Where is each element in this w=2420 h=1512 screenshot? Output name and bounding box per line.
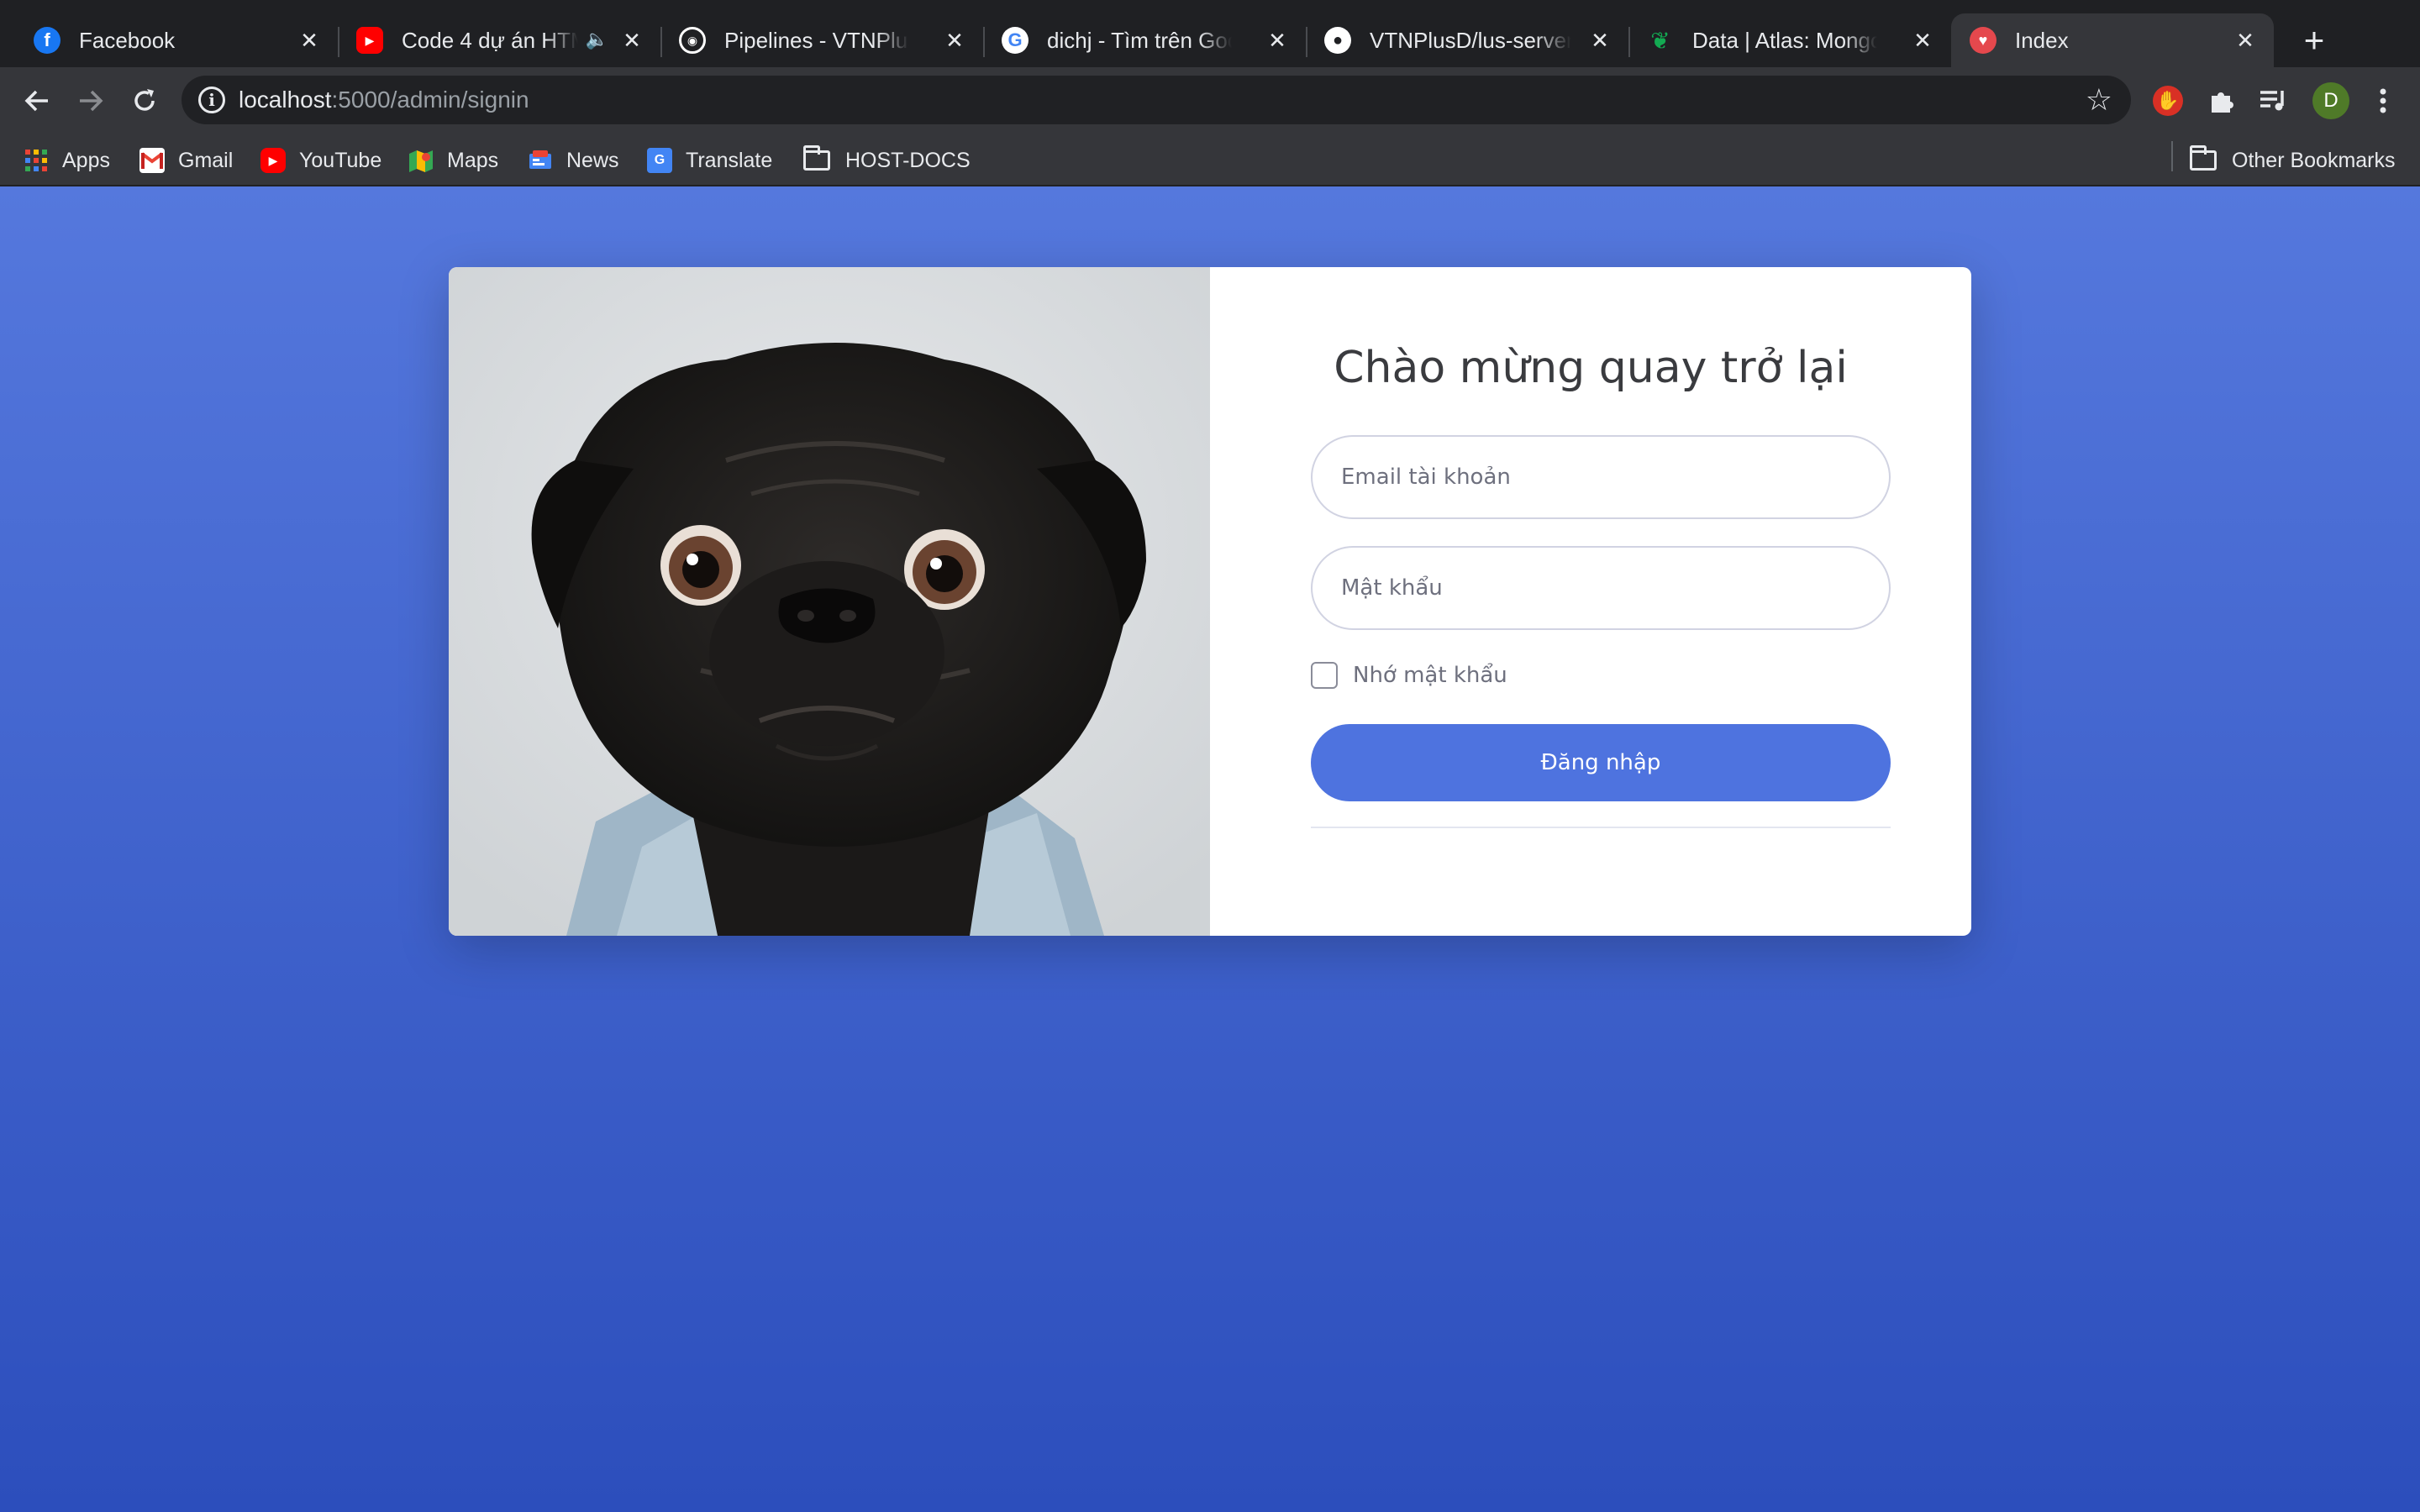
tab-title: Code 4 dự án HTML <box>402 27 578 53</box>
tab-youtube-code[interactable]: ▶ Code 4 dự án HTML 🔈 ✕ <box>338 13 662 67</box>
close-icon[interactable]: ✕ <box>1909 27 1936 54</box>
close-icon[interactable]: ✕ <box>2232 27 2259 54</box>
form-divider <box>1311 827 1891 828</box>
profile-initial: D <box>2323 89 2338 112</box>
bookmark-label: Other Bookmarks <box>2232 148 2396 172</box>
translate-icon: G <box>647 148 672 173</box>
login-card: Chào mừng quay trở lại Nhớ mật khẩu Đăng… <box>449 267 1971 936</box>
remember-me-checkbox[interactable] <box>1311 662 1338 689</box>
mongodb-leaf-icon: ❦ <box>1650 27 1670 54</box>
remember-me-label[interactable]: Nhớ mật khẩu <box>1353 663 1507 688</box>
bookmark-gmail[interactable]: Gmail <box>139 144 233 176</box>
tab-title: dichj - Tìm trên Google <box>1047 27 1232 53</box>
close-icon[interactable]: ✕ <box>618 27 645 54</box>
forward-arrow-icon <box>80 90 103 112</box>
url-host: localhost <box>239 87 332 113</box>
pipelines-icon: ◉ <box>679 27 706 54</box>
tab-strip: f Facebook ✕ ▶ Code 4 dự án HTML 🔈 ✕ ◉ P… <box>0 0 2420 67</box>
close-icon[interactable]: ✕ <box>296 27 323 54</box>
reload-icon <box>134 89 155 111</box>
tab-title: Index <box>2015 27 2069 53</box>
tab-index[interactable]: ♥ Index ✕ <box>1951 13 2274 67</box>
pug-photo <box>449 267 1210 936</box>
tab-google-search[interactable]: G dichj - Tìm trên Google ✕ <box>983 13 1307 67</box>
browser-toolbar: i localhost:5000/admin/signin ☆ ✋ D <box>0 67 2420 134</box>
email-input[interactable] <box>1311 435 1891 519</box>
bookmark-label: YouTube <box>299 148 382 172</box>
tab-title: Data | Atlas: MongoDB <box>1692 27 1877 53</box>
folder-icon <box>2190 145 2217 171</box>
bookmarks-bar: Apps Gmail ▶ YouTube Maps News G Transla… <box>0 134 2420 186</box>
heart-icon: ♥ <box>1970 27 1996 54</box>
close-icon[interactable]: ✕ <box>1586 27 1613 54</box>
speaker-icon[interactable]: 🔈 <box>586 29 608 50</box>
address-bar[interactable]: i localhost:5000/admin/signin ☆ <box>182 76 2131 124</box>
tab-title: VTNPlusD/lus-server <box>1370 27 1571 53</box>
back-button[interactable] <box>15 79 59 123</box>
youtube-icon: ▶ <box>260 148 286 173</box>
new-tab-button[interactable]: + <box>2292 18 2336 62</box>
welcome-heading: Chào mừng quay trở lại <box>1334 343 1848 393</box>
tab-mongodb[interactable]: ❦ Data | Atlas: MongoDB ✕ <box>1628 13 1951 67</box>
folder-icon <box>803 145 830 171</box>
close-icon[interactable]: ✕ <box>941 27 968 54</box>
pug-illustration <box>449 267 1210 936</box>
bookmark-label: Gmail <box>178 148 234 172</box>
bookmarks-separator <box>2171 141 2173 171</box>
bookmark-apps[interactable]: Apps <box>24 144 110 176</box>
facebook-icon: f <box>34 27 60 54</box>
media-queue-icon[interactable] <box>2255 82 2292 119</box>
login-form: Chào mừng quay trở lại Nhớ mật khẩu Đăng… <box>1210 267 1971 936</box>
bookmark-label: Translate <box>686 148 773 172</box>
tab-github[interactable]: ● VTNPlusD/lus-server ✕ <box>1306 13 1630 67</box>
login-button[interactable]: Đăng nhập <box>1311 724 1891 801</box>
back-arrow-icon <box>24 90 48 112</box>
menu-kebab-icon[interactable] <box>2365 82 2402 119</box>
forward-button[interactable] <box>69 79 113 123</box>
password-input[interactable] <box>1311 546 1891 630</box>
tab-pipelines[interactable]: ◉ Pipelines - VTNPlusD/lus ✕ <box>660 13 985 67</box>
url-text[interactable]: localhost:5000/admin/signin <box>239 87 529 113</box>
info-icon[interactable]: i <box>198 87 225 113</box>
bookmark-label: News <box>566 148 619 172</box>
github-icon: ● <box>1324 27 1351 54</box>
maps-icon <box>408 148 434 173</box>
bookmark-translate[interactable]: G Translate <box>647 144 772 176</box>
tab-title: Facebook <box>79 27 176 53</box>
gmail-icon <box>139 148 165 173</box>
url-path: :5000/admin/signin <box>331 87 529 113</box>
remember-me[interactable]: Nhớ mật khẩu <box>1311 662 1507 689</box>
bookmark-news[interactable]: News <box>528 144 619 176</box>
bookmark-other-bookmarks[interactable]: Other Bookmarks <box>2190 144 2396 176</box>
stop-hand-extension-icon[interactable]: ✋ <box>2149 82 2186 119</box>
youtube-icon: ▶ <box>356 27 383 54</box>
tab-title: Pipelines - VTNPlusD/lus <box>724 27 909 53</box>
page-background: Chào mừng quay trở lại Nhớ mật khẩu Đăng… <box>0 186 2420 1512</box>
bookmark-host-docs[interactable]: HOST-DOCS <box>803 144 971 176</box>
bookmark-star-icon[interactable]: ☆ <box>2086 82 2112 118</box>
apps-grid-icon <box>24 148 49 173</box>
bookmark-label: Apps <box>62 148 110 172</box>
tab-facebook[interactable]: f Facebook ✕ <box>15 13 339 67</box>
extensions-puzzle-icon[interactable] <box>2203 82 2240 119</box>
profile-avatar[interactable]: D <box>2312 82 2349 119</box>
news-icon <box>528 148 553 173</box>
reload-button[interactable] <box>123 79 166 123</box>
bookmark-youtube[interactable]: ▶ YouTube <box>260 144 381 176</box>
google-icon: G <box>1002 27 1028 54</box>
bookmark-maps[interactable]: Maps <box>408 144 498 176</box>
bookmark-label: HOST-DOCS <box>845 148 971 172</box>
bookmark-label: Maps <box>447 148 499 172</box>
close-icon[interactable]: ✕ <box>1264 27 1291 54</box>
